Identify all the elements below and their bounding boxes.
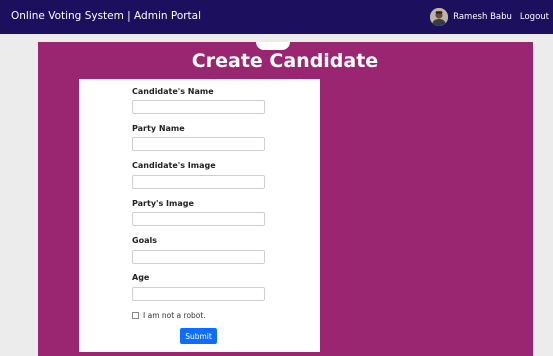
captcha-row: I am not a robot. [132, 311, 206, 320]
age-input[interactable] [132, 287, 265, 301]
age-label: Age [132, 273, 150, 282]
party-name-label: Party Name [132, 124, 185, 133]
user-menu: Ramesh Babu Logout [430, 0, 549, 34]
candidate-image-label: Candidate's Image [132, 161, 216, 170]
page-title: Create Candidate [191, 50, 379, 72]
user-avatar-icon[interactable] [430, 8, 449, 26]
logout-link[interactable]: Logout [520, 12, 549, 22]
candidate-name-label: Candidate's Name [132, 87, 214, 96]
candidate-name-input[interactable] [132, 100, 265, 114]
submit-button[interactable]: Submit [180, 328, 217, 344]
decorative-arc [256, 42, 290, 50]
brand-title: Online Voting System | Admin Portal [11, 10, 202, 22]
candidate-image-input[interactable] [132, 175, 265, 189]
party-name-input[interactable] [132, 137, 265, 151]
top-navbar: Online Voting System | Admin Portal Rame… [0, 0, 553, 34]
user-name[interactable]: Ramesh Babu [453, 12, 512, 22]
goals-label: Goals [132, 236, 157, 245]
party-image-label: Party's Image [132, 199, 194, 208]
goals-input[interactable] [132, 250, 265, 264]
party-image-input[interactable] [132, 212, 265, 226]
candidate-form: Candidate's Name Party Name Candidate's … [79, 79, 320, 352]
captcha-label: I am not a robot. [143, 311, 206, 320]
checkbox-icon[interactable] [132, 312, 139, 319]
